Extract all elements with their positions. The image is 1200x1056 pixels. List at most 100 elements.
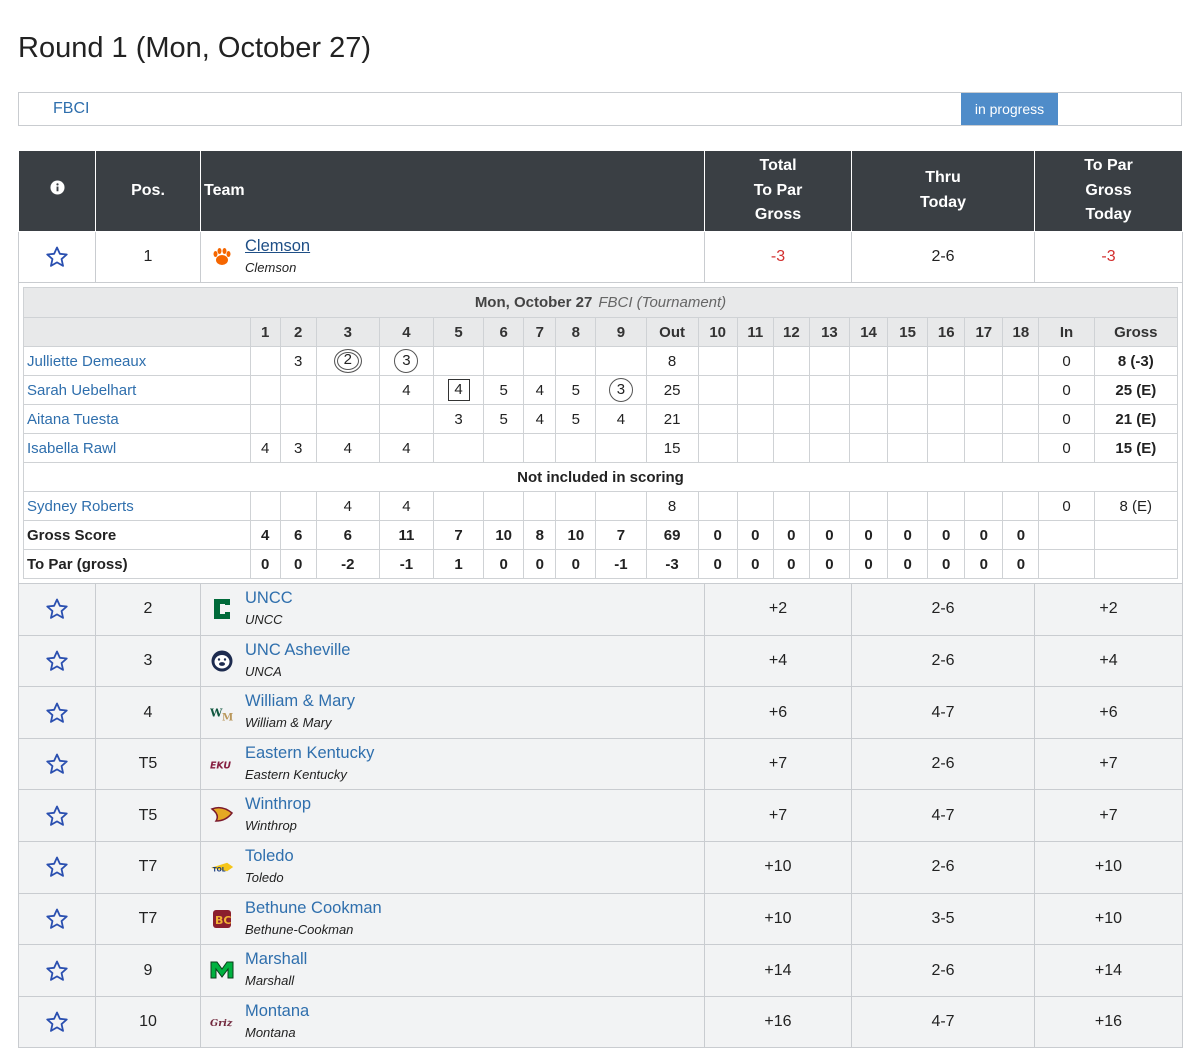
hole-score	[595, 491, 647, 522]
thru-today: 4-7	[851, 686, 1035, 739]
total-to-par: +2	[704, 583, 852, 636]
table-row[interactable]: 10 Griz Montana Montana +16 4-7 +16	[18, 995, 1183, 1049]
total-value: 69	[645, 520, 699, 551]
position-cell: T7	[95, 892, 201, 946]
position-cell: T5	[95, 737, 201, 791]
total-value: 0	[697, 520, 738, 551]
hole-score	[595, 346, 647, 377]
team-link[interactable]: Bethune Cookman	[245, 899, 382, 918]
player-row[interactable]: Sarah Uebelhart 4 4 5 4 5 3 25 0 25 (E)	[23, 375, 1179, 406]
table-row[interactable]: T7 TOL Toledo Toledo +10 2-6 +10	[18, 841, 1183, 894]
team-link[interactable]: Eastern Kentucky	[245, 744, 374, 763]
star-icon[interactable]	[19, 597, 95, 621]
hole-score	[697, 346, 738, 377]
position-cell: 1	[95, 230, 201, 284]
bogey-square: 4	[447, 379, 470, 402]
player-name[interactable]: Sydney Roberts	[23, 491, 251, 522]
total-value: 6	[315, 520, 380, 551]
star-icon[interactable]	[19, 649, 95, 673]
hole-score	[523, 491, 557, 522]
star-icon[interactable]	[19, 959, 95, 983]
course-tab-fbci[interactable]: FBCI	[53, 100, 89, 118]
hole-header: 15	[887, 317, 929, 348]
team-link[interactable]: Montana	[245, 1002, 309, 1021]
table-row[interactable]: 3 UNC Asheville UNCA +4 2-6 +4	[18, 634, 1183, 688]
table-row-clemson[interactable]: 1 Clemson Clemson -3 2-6 -3	[18, 230, 1183, 284]
hole-score: 4	[378, 375, 435, 406]
favorite-cell[interactable]	[18, 995, 96, 1049]
birdie-circle: 3	[608, 378, 633, 403]
bulldog-logo-icon	[210, 649, 234, 673]
team-link[interactable]: William & Mary	[245, 692, 355, 711]
hole-score	[964, 433, 1004, 464]
player-row[interactable]: Sydney Roberts 4 4 8 0 8 (E)	[23, 491, 1179, 522]
team-cell: UNCC UNCC	[200, 583, 705, 636]
hole-score	[887, 491, 929, 522]
team-header[interactable]: Team	[200, 151, 705, 232]
pos-header[interactable]: Pos.	[95, 151, 201, 232]
to-par-gross-today-header[interactable]: To Par Gross Today	[1034, 151, 1183, 232]
hole-score: 3	[595, 375, 647, 406]
thru-today: 2-6	[851, 944, 1035, 997]
total-to-par: +10	[704, 841, 852, 894]
hole-header: 17	[964, 317, 1004, 348]
hole-score: 8 (E)	[1093, 491, 1179, 522]
favorite-cell[interactable]	[18, 686, 96, 739]
player-name[interactable]: Julliette Demeaux	[23, 346, 251, 377]
favorite-cell[interactable]	[18, 634, 96, 688]
favorite-cell[interactable]	[18, 944, 96, 997]
star-icon[interactable]	[19, 804, 95, 828]
hole-score	[848, 433, 889, 464]
team-link[interactable]: Marshall	[245, 950, 307, 969]
table-row[interactable]: 4 W M William & Mary William & Mary +6 4-7 +6	[18, 686, 1183, 739]
team-link[interactable]: Clemson	[245, 237, 310, 256]
table-row[interactable]: T5 EKU Eastern Kentucky Eastern Kentucky +7 2…	[18, 737, 1183, 791]
star-icon[interactable]	[19, 752, 95, 776]
hole-score	[736, 346, 774, 377]
hole-score	[432, 346, 485, 377]
favorite-cell[interactable]	[18, 892, 96, 946]
table-row[interactable]: 2 UNCC UNCC +2 2-6 +2	[18, 583, 1183, 636]
hole-score	[483, 346, 525, 377]
star-icon[interactable]	[19, 701, 95, 725]
hole-score	[523, 346, 557, 377]
total-to-par-gross-header[interactable]: Total To Par Gross	[704, 151, 852, 232]
table-row[interactable]: 9 Marshall Marshall +14 2-6 +14	[18, 944, 1183, 997]
star-icon[interactable]	[19, 245, 95, 269]
team-link[interactable]: Toledo	[245, 847, 294, 866]
hole-score: 0	[1038, 346, 1095, 377]
thru-today-header[interactable]: Thru Today	[851, 151, 1035, 232]
player-row[interactable]: Julliette Demeaux 3 2 3 8 0 8 (-3)	[23, 346, 1179, 377]
svg-text:M: M	[222, 712, 233, 723]
hole-score	[772, 491, 810, 522]
star-icon[interactable]	[19, 907, 95, 931]
info-header[interactable]	[18, 151, 96, 232]
favorite-cell[interactable]	[18, 841, 96, 894]
player-row[interactable]: Aitana Tuesta 3 5 4 5 4 21 0 21 (E)	[23, 404, 1179, 435]
player-name[interactable]: Sarah Uebelhart	[23, 375, 251, 406]
total-value: 0	[808, 549, 850, 580]
favorite-cell[interactable]	[18, 230, 96, 284]
totals-label: To Par (gross)	[23, 549, 251, 580]
hole-header: 12	[772, 317, 810, 348]
team-link[interactable]: UNC Asheville	[245, 641, 350, 660]
table-row[interactable]: T7 BC Bethune Cookman Bethune-Cookman +10 3-5…	[18, 892, 1183, 946]
table-row[interactable]: T5 Winthrop Winthrop +7 4-7 +7	[18, 789, 1183, 843]
player-row[interactable]: Isabella Rawl 4 3 4 4 15 0 15 (E)	[23, 433, 1179, 464]
hole-score	[887, 375, 929, 406]
hole-header: 10	[697, 317, 738, 348]
favorite-cell[interactable]	[18, 789, 96, 843]
favorite-cell[interactable]	[18, 737, 96, 791]
player-name[interactable]: Isabella Rawl	[23, 433, 251, 464]
total-value: 0	[736, 520, 774, 551]
total-value: 0	[927, 520, 966, 551]
info-circle-icon[interactable]	[49, 179, 65, 195]
player-name[interactable]: Aitana Tuesta	[23, 404, 251, 435]
star-icon[interactable]	[19, 855, 95, 879]
team-link[interactable]: Winthrop	[245, 795, 311, 814]
favorite-cell[interactable]	[18, 583, 96, 636]
star-icon[interactable]	[19, 1010, 95, 1034]
hole-header: 9	[595, 317, 647, 348]
team-link[interactable]: UNCC	[245, 589, 293, 608]
total-value: 7	[595, 520, 647, 551]
